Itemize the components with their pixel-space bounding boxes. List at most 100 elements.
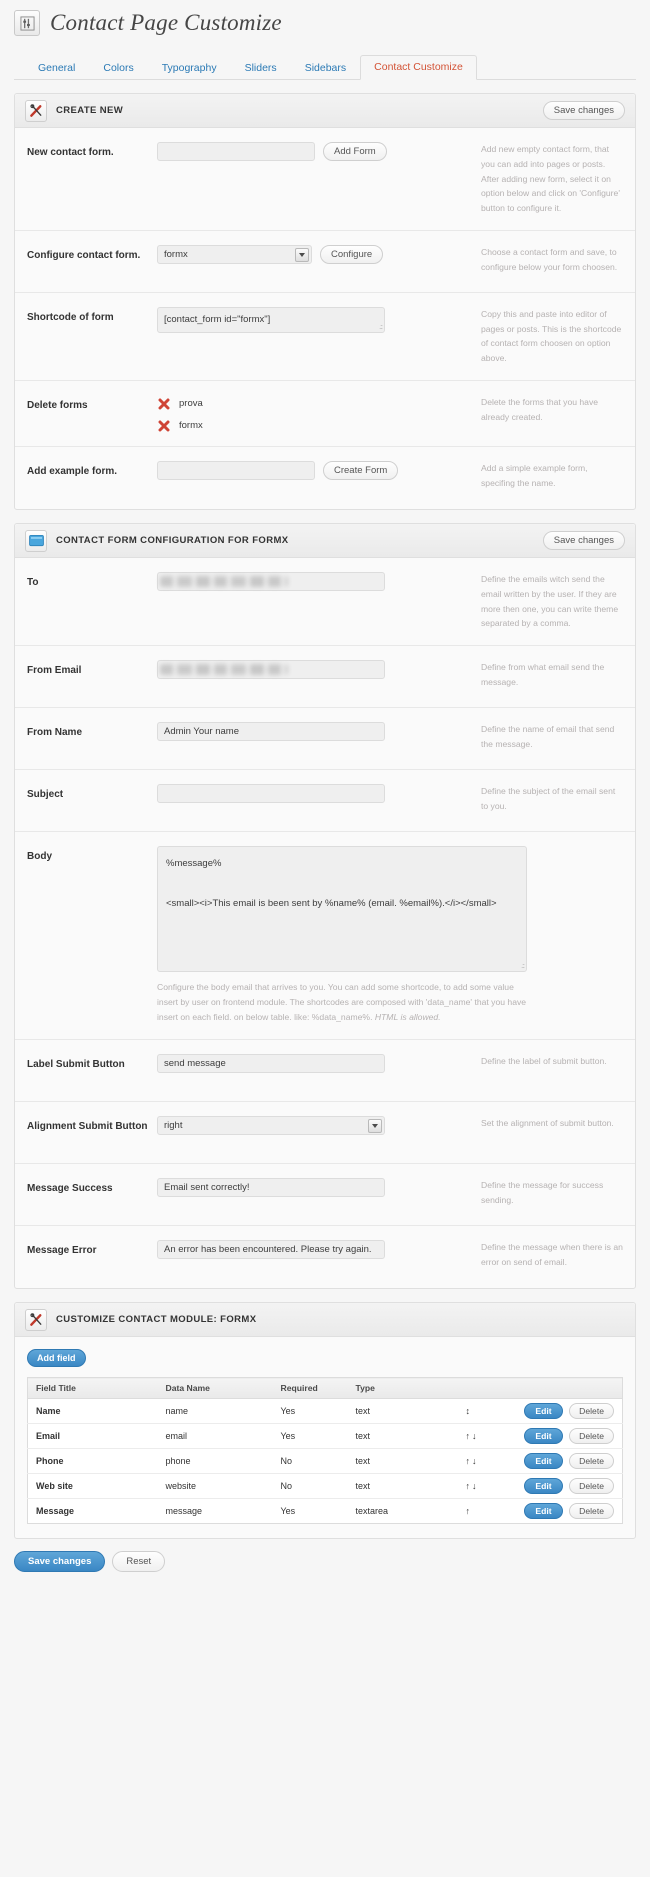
tools-icon <box>25 99 47 122</box>
label-message-success: Message Success <box>27 1183 113 1195</box>
subject-input[interactable] <box>157 784 385 804</box>
panel-customize-module-title: CUSTOMIZE CONTACT MODULE: FORMX <box>56 1314 257 1326</box>
create-form-button[interactable]: Create Form <box>323 461 399 481</box>
delete-form-name: formx <box>179 420 203 432</box>
tab-contact-customize[interactable]: Contact Customize <box>360 55 477 80</box>
table-row: Phone phone No text ↑↓ Edit Delete <box>27 1448 623 1475</box>
desc-shortcode: Copy this and paste into editor of pages… <box>481 308 622 364</box>
table-row: Email email Yes text ↑↓ Edit Delete <box>27 1423 623 1450</box>
tab-colors[interactable]: Colors <box>89 56 147 80</box>
delete-button[interactable]: Delete <box>569 1403 614 1420</box>
cell-field-title: Message <box>36 1506 75 1517</box>
alignment-submit-select[interactable]: right <box>157 1116 385 1136</box>
desc-delete-forms: Delete the forms that you have already c… <box>481 397 599 422</box>
save-changes-button-footer[interactable]: Save changes <box>14 1551 106 1573</box>
edit-button[interactable]: Edit <box>524 1403 563 1420</box>
desc-from-name: Define the name of email that send the m… <box>481 724 615 749</box>
tab-sliders[interactable]: Sliders <box>231 56 291 80</box>
sort-handle-icon[interactable]: ↑↓ <box>457 1423 492 1450</box>
reset-button[interactable]: Reset <box>112 1551 166 1573</box>
label-to: To <box>27 577 39 589</box>
panel-create-new: CREATE NEW Save changes New contact form… <box>14 93 636 511</box>
row-new-contact-form: New contact form. Add Form Add new empty… <box>15 128 635 231</box>
label-new-contact-form: New contact form. <box>27 147 114 158</box>
desc-to: Define the emails witch send the email w… <box>481 574 619 629</box>
desc-message-success: Define the message for success sending. <box>481 1180 604 1206</box>
desc-new-contact-form: Add new empty contact form, that you can… <box>481 144 620 214</box>
delete-button[interactable]: Delete <box>569 1503 614 1520</box>
from-email-input[interactable] <box>157 660 385 680</box>
panel-customize-module: CUSTOMIZE CONTACT MODULE: FORMX Add fiel… <box>14 1302 636 1540</box>
edit-button[interactable]: Edit <box>524 1453 563 1470</box>
save-changes-button-config[interactable]: Save changes <box>542 531 625 551</box>
delete-form-item-prova[interactable]: prova <box>157 397 473 410</box>
delete-x-icon[interactable] <box>157 397 170 410</box>
to-input[interactable] <box>157 572 385 592</box>
cell-data-name: website <box>157 1473 273 1500</box>
add-field-button[interactable]: Add field <box>27 1349 86 1368</box>
cell-type: textarea <box>355 1506 389 1517</box>
column-sort <box>457 1377 492 1400</box>
sort-handle-icon[interactable]: ↕ <box>457 1398 492 1425</box>
edit-button[interactable]: Edit <box>524 1478 563 1495</box>
example-form-name-input[interactable] <box>157 461 315 481</box>
row-message-error: Message Error Define the message when th… <box>15 1226 635 1288</box>
configure-button[interactable]: Configure <box>320 244 384 264</box>
row-add-example-form: Add example form. Create Form Add a simp… <box>15 447 635 509</box>
tab-bar: General Colors Typography Sliders Sideba… <box>14 54 636 80</box>
message-error-input[interactable] <box>157 1240 385 1260</box>
cell-data-name: phone <box>157 1448 273 1475</box>
message-success-input[interactable] <box>157 1178 385 1198</box>
column-required: Required <box>272 1377 348 1400</box>
body-textarea[interactable]: %message% <small><i>This email is been s… <box>157 846 527 973</box>
chevron-down-icon <box>295 247 309 262</box>
new-contact-form-input[interactable] <box>157 142 315 161</box>
cell-required: No <box>272 1448 348 1475</box>
resize-grip-icon[interactable]: .:: <box>379 324 383 331</box>
label-add-example-form: Add example form. <box>27 466 118 478</box>
tab-general[interactable]: General <box>24 56 89 80</box>
cell-type: text <box>347 1398 458 1425</box>
sort-handle-icon[interactable]: ↑↓ <box>457 1448 492 1475</box>
shortcode-value: [contact_form id="formx"] <box>164 314 271 326</box>
column-actions <box>491 1377 623 1400</box>
delete-x-icon[interactable] <box>157 419 170 432</box>
resize-grip-icon[interactable]: .:: <box>521 963 525 970</box>
label-shortcode: Shortcode of form <box>27 311 114 323</box>
footer-actions: Save changes Reset <box>14 1551 636 1573</box>
label-submit-input[interactable] <box>157 1054 385 1074</box>
label-label-submit-button: Label Submit Button <box>27 1059 125 1071</box>
save-changes-button-create[interactable]: Save changes <box>542 101 625 120</box>
cell-field-title: Email <box>27 1423 158 1450</box>
label-subject: Subject <box>27 789 64 801</box>
row-alignment-submit-button: Alignment Submit Button right Set the al… <box>15 1102 635 1165</box>
add-form-button[interactable]: Add Form <box>323 142 387 161</box>
tab-typography[interactable]: Typography <box>148 56 231 80</box>
edit-button[interactable]: Edit <box>524 1503 563 1520</box>
module-body: Add field Field Title Data Name Required… <box>15 1337 635 1538</box>
configure-form-select[interactable]: formx <box>157 244 312 264</box>
label-message-error: Message Error <box>27 1245 97 1257</box>
delete-form-item-formx[interactable]: formx <box>157 419 473 432</box>
sort-handle-icon[interactable]: ↑↓ <box>457 1473 492 1500</box>
delete-button[interactable]: Delete <box>569 1478 614 1495</box>
cell-data-name: name <box>157 1398 273 1425</box>
cell-field-title: Web site <box>27 1473 158 1500</box>
table-row: Message message Yes textarea ↑ Edit Dele… <box>28 1499 623 1524</box>
row-message-success: Message Success Define the message for s… <box>15 1164 635 1227</box>
table-header-row: Field Title Data Name Required Type <box>27 1377 623 1400</box>
cell-field-title: Phone <box>27 1448 158 1475</box>
delete-button[interactable]: Delete <box>569 1428 614 1445</box>
cell-required: Yes <box>272 1398 348 1425</box>
delete-button[interactable]: Delete <box>569 1453 614 1470</box>
row-from-email: From Email Define from what email send t… <box>15 646 635 709</box>
tab-sidebars[interactable]: Sidebars <box>291 56 360 80</box>
desc-configure-contact-form: Choose a contact form and save, to confi… <box>481 246 618 272</box>
sort-handle-icon[interactable]: ↑ <box>458 1499 492 1524</box>
shortcode-textarea[interactable]: [contact_form id="formx"] .:: <box>157 306 385 333</box>
edit-button[interactable]: Edit <box>524 1428 563 1445</box>
alignment-submit-select-value: right <box>164 1120 183 1132</box>
from-name-input[interactable] <box>157 722 385 742</box>
cell-data-name: message <box>165 1506 203 1517</box>
label-from-email: From Email <box>27 665 82 677</box>
